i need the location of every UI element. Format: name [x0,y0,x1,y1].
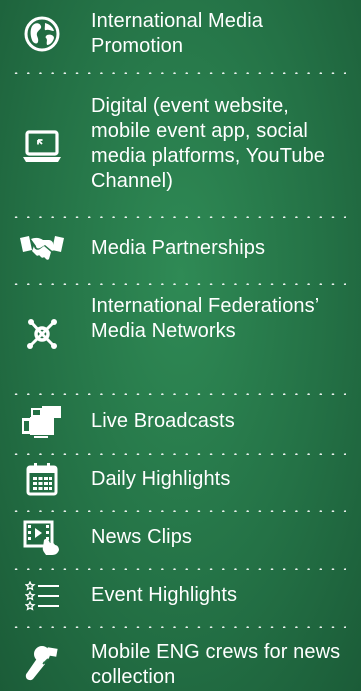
item-label: News Clips [91,526,193,548]
list-item: Live Broadcasts [0,402,361,442]
divider [10,453,346,455]
list-item: Event Highlights [0,576,361,616]
item-label: Digital (event website, mobile event app… [91,95,326,192]
divider [10,72,346,74]
list-item: Daily Highlights [0,460,361,500]
star-list-icon [20,581,64,611]
divider [10,393,346,395]
globe-icon [20,16,64,52]
item-label: Event Highlights [91,584,238,606]
item-label: International Media Promotion [91,10,264,57]
microphone-icon [20,643,64,683]
list-item: Mobile ENG crews for news collection [0,638,361,691]
list-item: Digital (event website, mobile event app… [0,92,361,204]
list-item: International Media Promotion [0,6,361,62]
tv-camera-icon [20,406,64,438]
divider [10,283,346,285]
item-label: Media Partnerships [91,237,266,259]
divider [10,626,346,628]
divider [10,216,346,218]
calendar-icon [20,462,64,496]
list-item: International Federations’ Media Network… [0,292,361,376]
services-list: International Media Promotion Digital (e… [0,0,361,691]
laptop-icon [20,130,64,164]
network-icon [20,317,64,351]
item-label: Live Broadcasts [91,410,235,432]
list-item: News Clips [0,518,361,558]
item-label: International Federations’ Media Network… [91,295,319,342]
item-label: Daily Highlights [91,468,231,490]
video-clip-icon [20,520,64,556]
divider [10,568,346,570]
handshake-icon [20,234,64,264]
list-item: Media Partnerships [0,228,361,268]
item-label: Mobile ENG crews for news collection [91,641,341,688]
divider [10,510,346,512]
